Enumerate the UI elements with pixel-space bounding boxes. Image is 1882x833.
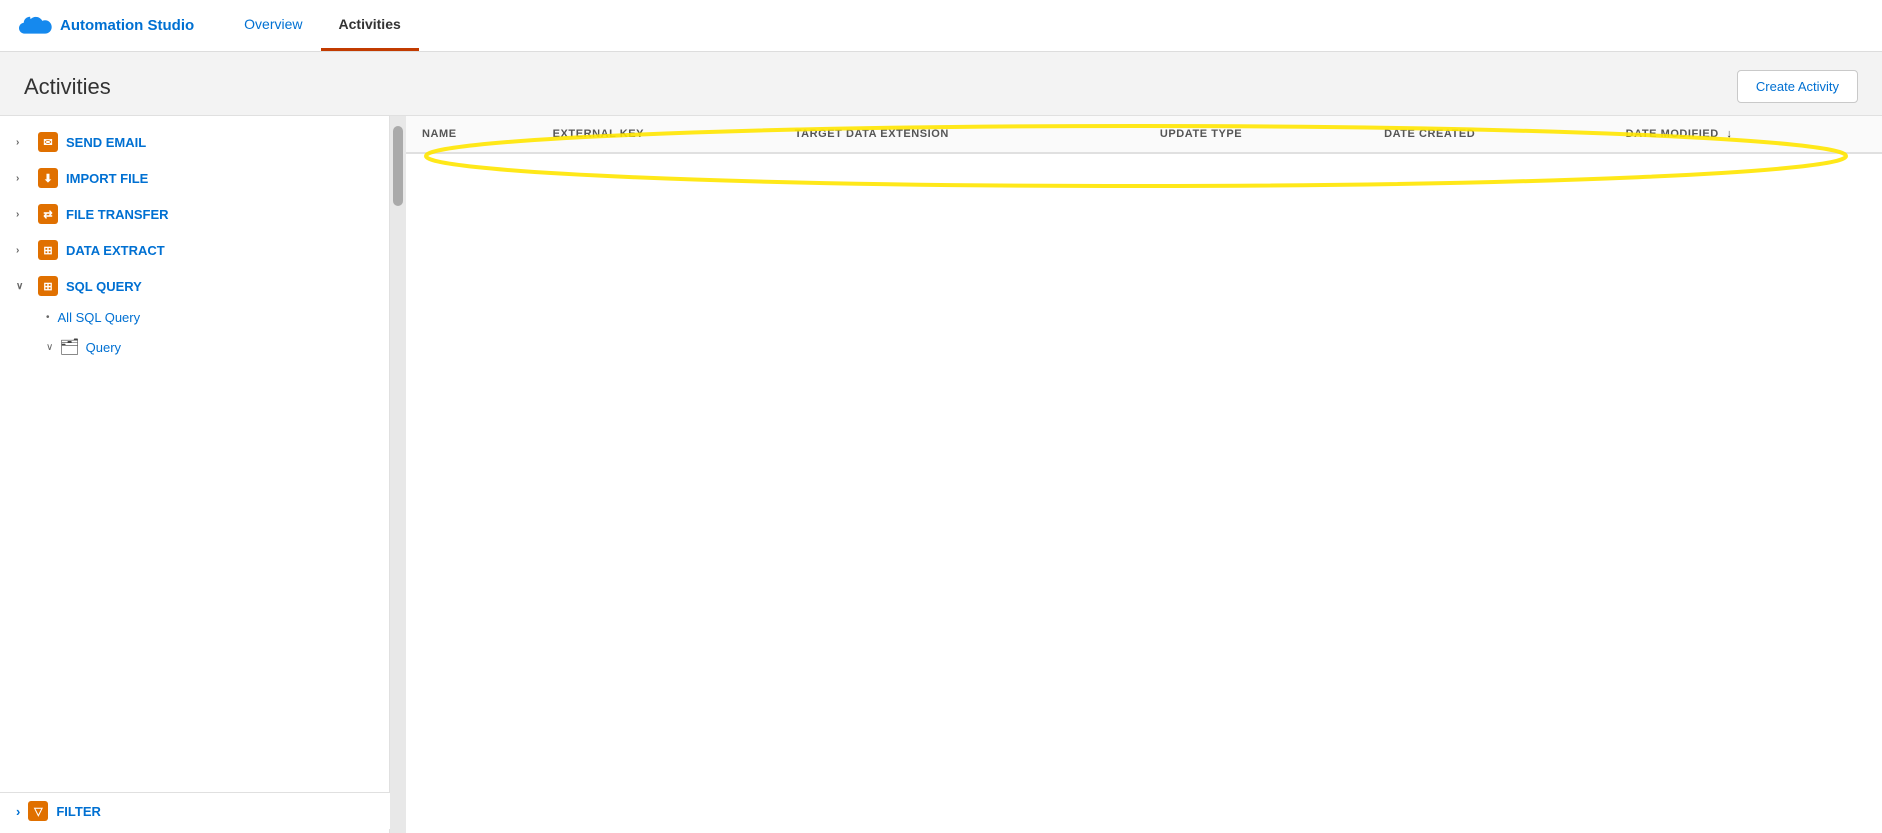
sql-query-subitems: • All SQL Query ∨ 🗂 Query bbox=[0, 304, 389, 363]
create-activity-button[interactable]: Create Activity bbox=[1737, 70, 1858, 103]
logo-area: Automation Studio bbox=[16, 0, 194, 51]
sidebar-item-filter[interactable]: › ▽ FILTER bbox=[0, 793, 390, 829]
chevron-file-transfer: › bbox=[16, 209, 30, 220]
sidebar-item-sql-query[interactable]: ∨ ⊞ SQL QUERY bbox=[0, 268, 389, 304]
bullet-icon: • bbox=[46, 312, 50, 323]
col-date-created[interactable]: DATE CREATED bbox=[1368, 116, 1610, 153]
filter-icon: ▽ bbox=[28, 801, 48, 821]
page-title: Activities bbox=[24, 74, 111, 100]
import-file-label: IMPORT FILE bbox=[66, 171, 148, 186]
chevron-send-email: › bbox=[16, 137, 30, 148]
chevron-query-folder: ∨ bbox=[46, 342, 53, 353]
col-external-key[interactable]: EXTERNAL KEY bbox=[537, 116, 779, 153]
top-navigation: Automation Studio Overview Activities bbox=[0, 0, 1882, 52]
send-email-label: SEND EMAIL bbox=[66, 135, 146, 150]
sidebar: › ✉ SEND EMAIL › ⬇ IMPORT FILE › ⇄ FILE … bbox=[0, 116, 390, 833]
app-name: Automation Studio bbox=[60, 17, 194, 34]
sidebar-item-send-email[interactable]: › ✉ SEND EMAIL bbox=[0, 124, 389, 160]
col-target-data-extension[interactable]: TARGET DATA EXTENSION bbox=[779, 116, 1144, 153]
scrollbar-thumb bbox=[393, 126, 403, 206]
sidebar-sub-query-folder[interactable]: ∨ 🗂 Query bbox=[46, 331, 389, 363]
page-header: Activities Create Activity bbox=[0, 52, 1882, 116]
sql-query-icon: ⊞ bbox=[38, 276, 58, 296]
sidebar-item-import-file[interactable]: › ⬇ IMPORT FILE bbox=[0, 160, 389, 196]
filter-label: FILTER bbox=[56, 804, 101, 819]
sidebar-scrollbar[interactable] bbox=[390, 116, 406, 833]
tab-activities[interactable]: Activities bbox=[321, 0, 419, 51]
import-file-icon: ⬇ bbox=[38, 168, 58, 188]
data-extract-icon: ⊞ bbox=[38, 240, 58, 260]
sidebar-item-data-extract[interactable]: › ⊞ DATA EXTRACT bbox=[0, 232, 389, 268]
chevron-data-extract: › bbox=[16, 245, 30, 256]
sidebar-item-file-transfer[interactable]: › ⇄ FILE TRANSFER bbox=[0, 196, 389, 232]
sort-desc-icon: ↓ bbox=[1726, 128, 1732, 140]
all-sql-query-label: All SQL Query bbox=[58, 310, 141, 325]
salesforce-logo bbox=[16, 12, 52, 40]
tab-overview[interactable]: Overview bbox=[226, 0, 320, 51]
send-email-icon: ✉ bbox=[38, 132, 58, 152]
folder-icon: 🗂 bbox=[59, 337, 79, 357]
data-extract-label: DATA EXTRACT bbox=[66, 243, 165, 258]
col-update-type[interactable]: UPDATE TYPE bbox=[1144, 116, 1368, 153]
file-transfer-label: FILE TRANSFER bbox=[66, 207, 169, 222]
file-transfer-icon: ⇄ bbox=[38, 204, 58, 224]
chevron-sql-query: ∨ bbox=[16, 281, 30, 292]
col-date-modified[interactable]: DATE MODIFIED ↓ bbox=[1610, 116, 1882, 153]
sidebar-spacer bbox=[0, 363, 389, 383]
table-header: NAME EXTERNAL KEY TARGET DATA EXTENSION … bbox=[406, 116, 1882, 153]
query-folder-label: Query bbox=[86, 340, 121, 355]
col-name[interactable]: NAME bbox=[406, 116, 537, 153]
chevron-import-file: › bbox=[16, 173, 30, 184]
nav-tabs: Overview Activities bbox=[226, 0, 419, 51]
main-content: › ✉ SEND EMAIL › ⬇ IMPORT FILE › ⇄ FILE … bbox=[0, 116, 1882, 833]
sql-query-label: SQL QUERY bbox=[66, 279, 142, 294]
chevron-filter: › bbox=[16, 804, 20, 819]
table-area: NAME EXTERNAL KEY TARGET DATA EXTENSION … bbox=[406, 116, 1882, 833]
data-table: NAME EXTERNAL KEY TARGET DATA EXTENSION … bbox=[406, 116, 1882, 154]
sidebar-sub-all-sql-query[interactable]: • All SQL Query bbox=[46, 304, 389, 331]
